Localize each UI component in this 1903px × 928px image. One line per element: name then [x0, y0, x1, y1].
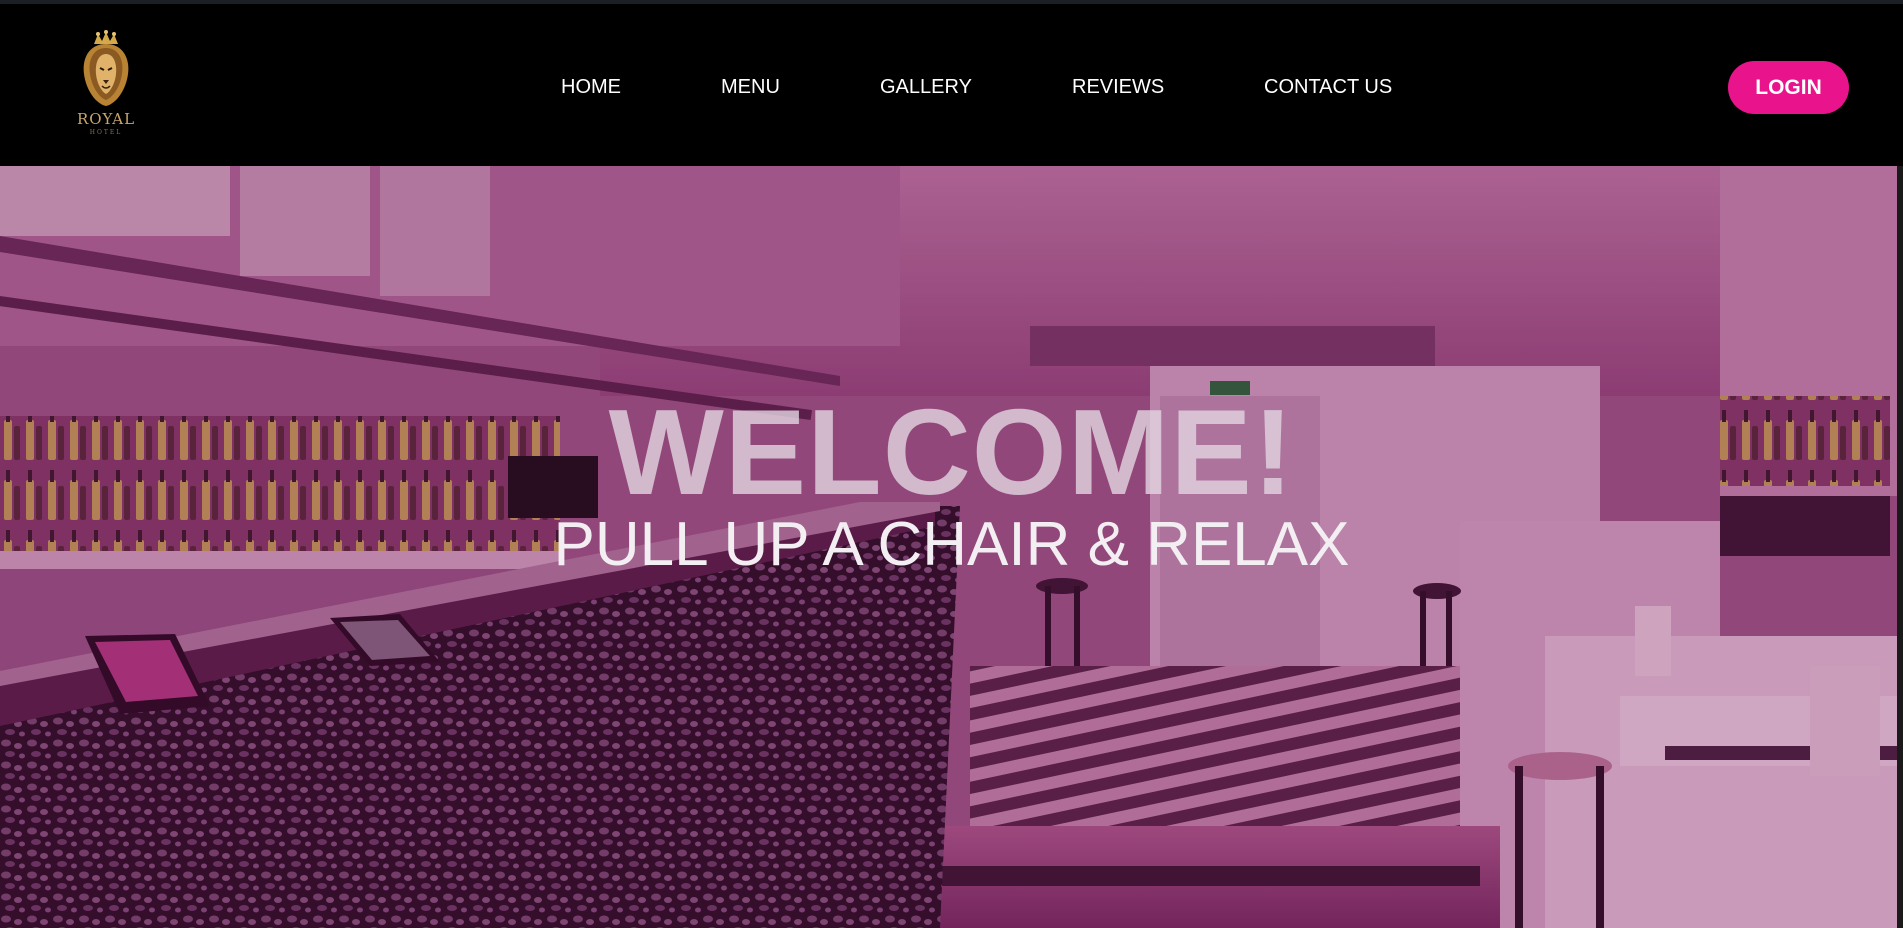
logo-subtitle: HOTEL	[89, 129, 123, 136]
logo-name: ROYAL	[76, 110, 136, 128]
nav-contact-us[interactable]: CONTACT US	[1264, 76, 1392, 99]
hero-subtitle: PULL UP A CHAIR & RELAX	[553, 510, 1350, 579]
hero-section: WELCOME! PULL UP A CHAIR & RELAX	[0, 166, 1903, 928]
page-scrollbar[interactable]	[1897, 166, 1903, 928]
login-button[interactable]: LOGIN	[1728, 61, 1849, 114]
main-nav: HOME MENU GALLERY REVIEWS CONTACT US	[0, 76, 1903, 106]
nav-gallery[interactable]: GALLERY	[880, 76, 972, 99]
hero-title: WELCOME!	[608, 384, 1295, 520]
nav-menu[interactable]: MENU	[721, 76, 780, 99]
nav-home[interactable]: HOME	[561, 76, 621, 99]
site-header: ROYAL HOTEL HOME MENU GALLERY REVIEWS CO…	[0, 4, 1903, 166]
nav-reviews[interactable]: REVIEWS	[1072, 76, 1164, 99]
